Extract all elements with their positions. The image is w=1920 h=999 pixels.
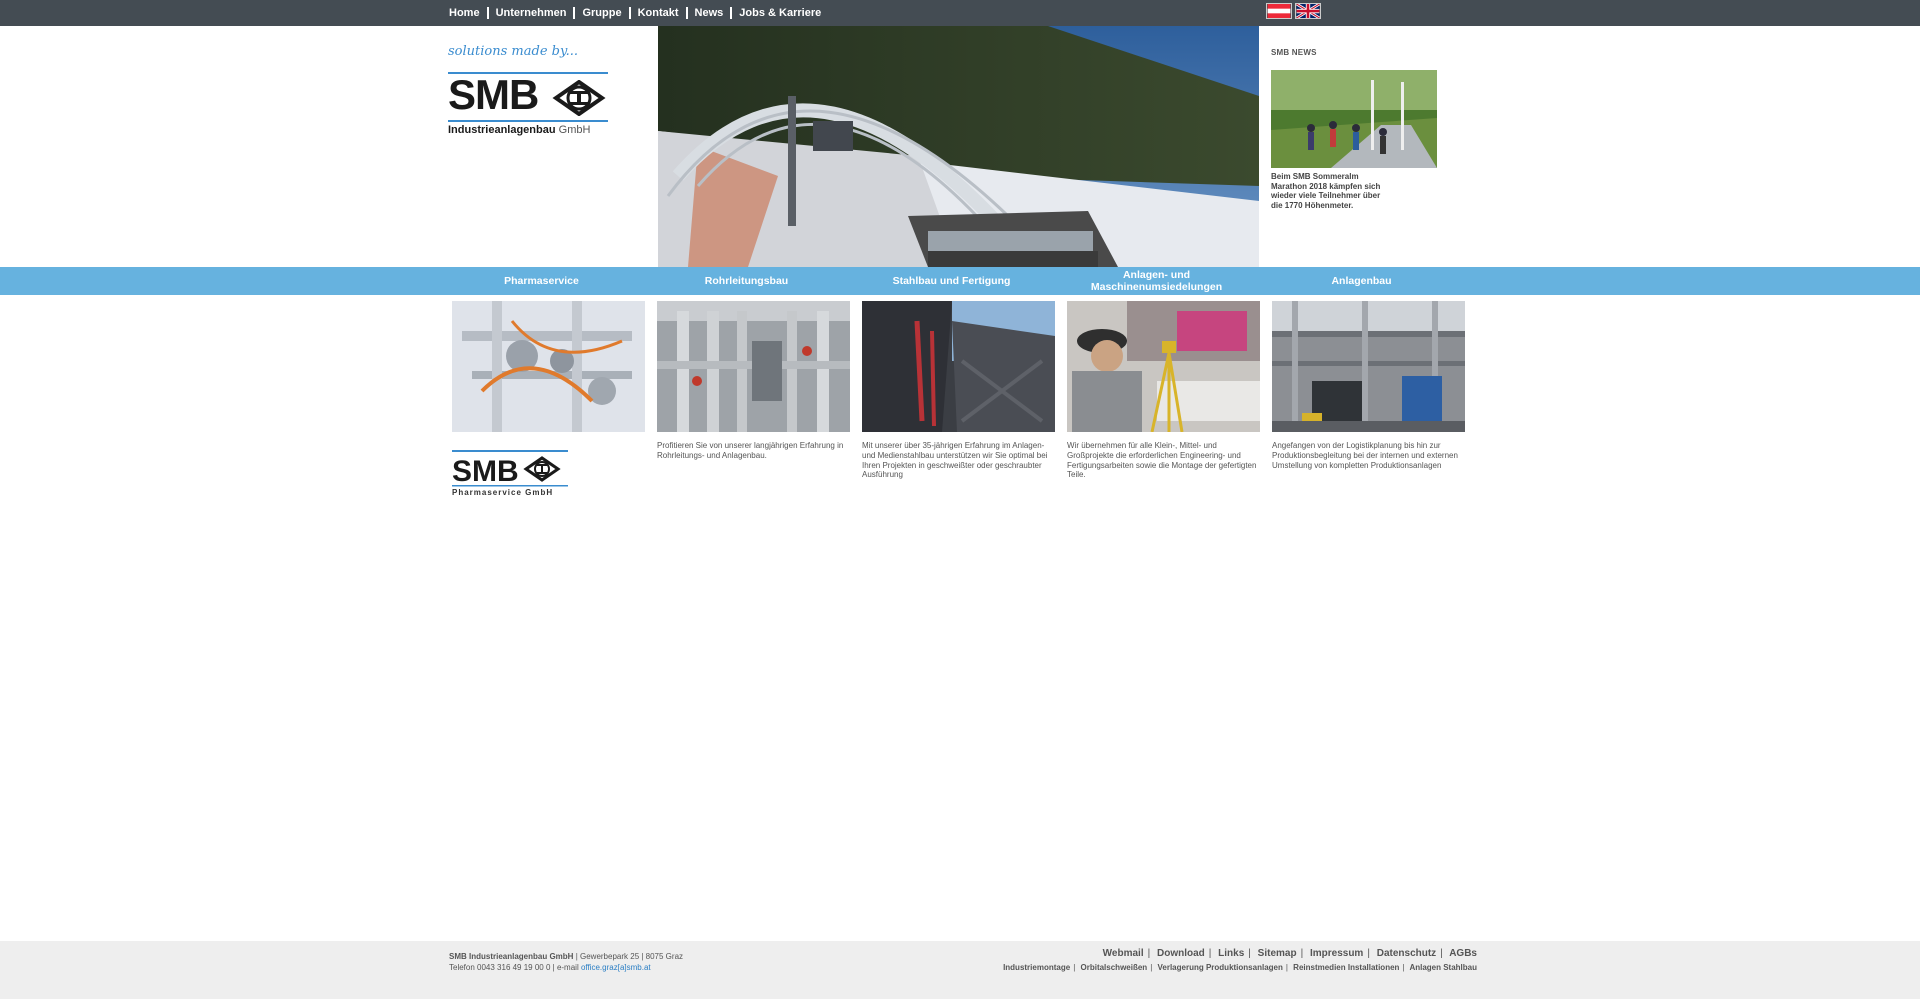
nav-separator [730, 7, 733, 19]
category-anlagenumsiedelungen[interactable]: Anlagen- und Maschinenumsiedelungen [1054, 267, 1259, 295]
card-text-umsiedelungen: Wir übernehmen für alle Klein-, Mittel- … [1067, 441, 1257, 480]
footer-links: Webmail | Download | Links | Sitemap | Impre… [1102, 948, 1477, 959]
footer-address: | Gewerbepark 25 | 8075 Graz [573, 952, 684, 961]
category-rohrleitungsbau[interactable]: Rohrleitungsbau [644, 267, 849, 295]
news-title: SMB NEWS [1271, 48, 1317, 57]
category-anlagenbau[interactable]: Anlagenbau [1259, 267, 1464, 295]
footer-sublink-industriemontage[interactable]: Industriemontage [1003, 963, 1070, 972]
logo-tagline: solutions made by... [448, 44, 578, 59]
footer-phone: Telefon 0043 316 49 19 00 0 | e-mail [449, 963, 581, 972]
card-text-stahlbau: Mit unserer über 35-jährigen Erfahrung i… [862, 441, 1048, 480]
nav-home[interactable]: Home [449, 7, 480, 19]
footer-sublink-stahlbau[interactable]: Anlagen Stahlbau [1409, 963, 1477, 972]
smb-emblem-icon [552, 80, 606, 116]
company-logo[interactable]: solutions made by... SMB Industrieanlage… [448, 44, 608, 144]
language-switcher [1266, 3, 1321, 19]
nav-news[interactable]: News [695, 7, 724, 19]
logo-subtitle: Industrieanlagenbau GmbH [448, 124, 590, 136]
category-bar: Pharmaservice Rohrleitungsbau Stahlbau u… [0, 267, 1920, 295]
footer-link-download[interactable]: Download [1157, 948, 1205, 959]
card-text-anlagenbau: Angefangen von der Logistikplanung bis h… [1272, 441, 1458, 470]
footer-link-datenschutz[interactable]: Datenschutz [1377, 948, 1436, 959]
footer: SMB Industrieanlagenbau GmbH | Gewerbepa… [0, 941, 1920, 999]
news-image[interactable] [1271, 70, 1437, 168]
footer-link-webmail[interactable]: Webmail [1103, 948, 1144, 959]
card-text-rohrleitungsbau: Profitieren Sie von unserer langjährigen… [657, 441, 844, 460]
footer-link-agbs[interactable]: AGBs [1449, 948, 1477, 959]
nav-unternehmen[interactable]: Unternehmen [496, 7, 567, 19]
card-image-umsiedelungen[interactable] [1067, 301, 1260, 432]
footer-contact: SMB Industrieanlagenbau GmbH | Gewerbepa… [449, 951, 683, 973]
card-image-anlagenbau[interactable] [1272, 301, 1465, 432]
pharma-logo-word: SMB [452, 455, 519, 488]
logo-rule [448, 120, 608, 122]
footer-link-impressum[interactable]: Impressum [1310, 948, 1363, 959]
category-stahlbau[interactable]: Stahlbau und Fertigung [849, 267, 1054, 295]
news-text: Beim SMB Sommeralm Marathon 2018 kämpfen… [1271, 172, 1381, 210]
nav-separator [486, 7, 489, 19]
pharma-logo-sub: Pharmaservice GmbH [452, 488, 553, 496]
nav-kontakt[interactable]: Kontakt [638, 7, 679, 19]
uk-flag-icon[interactable] [1295, 3, 1321, 19]
footer-sublink-reinstmedien[interactable]: Reinstmedien Installationen [1293, 963, 1399, 972]
austria-flag-icon[interactable] [1266, 3, 1292, 19]
footer-email-link[interactable]: office.graz[a]smb.at [581, 963, 651, 972]
nav-separator [685, 7, 688, 19]
pharmaservice-logo-graphic: SMB Pharmaservice GmbH [452, 450, 568, 497]
nav-separator [628, 7, 631, 19]
logo-wordmark: SMB [448, 71, 539, 118]
top-nav: Home Unternehmen Gruppe Kontakt News Job… [449, 0, 821, 26]
logo-subtitle-bold: Industrieanlagenbau [448, 124, 556, 136]
pharmaservice-logo[interactable]: SMB Pharmaservice GmbH [452, 450, 572, 497]
news-box: SMB NEWS Beim SMB Sommeralm Marathon 201… [1271, 48, 1441, 210]
nav-separator [573, 7, 576, 19]
nav-jobs[interactable]: Jobs & Karriere [739, 7, 821, 19]
footer-company: SMB Industrieanlagenbau GmbH [449, 952, 574, 961]
footer-link-sitemap[interactable]: Sitemap [1258, 948, 1297, 959]
category-pharmaservice[interactable]: Pharmaservice [439, 267, 644, 295]
nav-gruppe[interactable]: Gruppe [582, 7, 621, 19]
top-bar: Home Unternehmen Gruppe Kontakt News Job… [0, 0, 1920, 26]
footer-sublink-orbitalschweissen[interactable]: Orbitalschweißen [1081, 963, 1148, 972]
footer-sublinks: Industriemontage | Orbitalschweißen | Verl… [1003, 963, 1477, 972]
footer-link-links[interactable]: Links [1218, 948, 1244, 959]
card-image-stahlbau[interactable] [862, 301, 1055, 432]
hero-image [658, 26, 1259, 267]
card-image-pharmaservice[interactable] [452, 301, 645, 432]
logo-subtitle-light: GmbH [558, 124, 591, 136]
footer-sublink-verlagerung[interactable]: Verlagerung Produktionsanlagen [1158, 963, 1283, 972]
card-image-rohrleitungsbau[interactable] [657, 301, 850, 432]
footer-links-area: Webmail | Download | Links | Sitemap | Impre… [1003, 948, 1477, 972]
